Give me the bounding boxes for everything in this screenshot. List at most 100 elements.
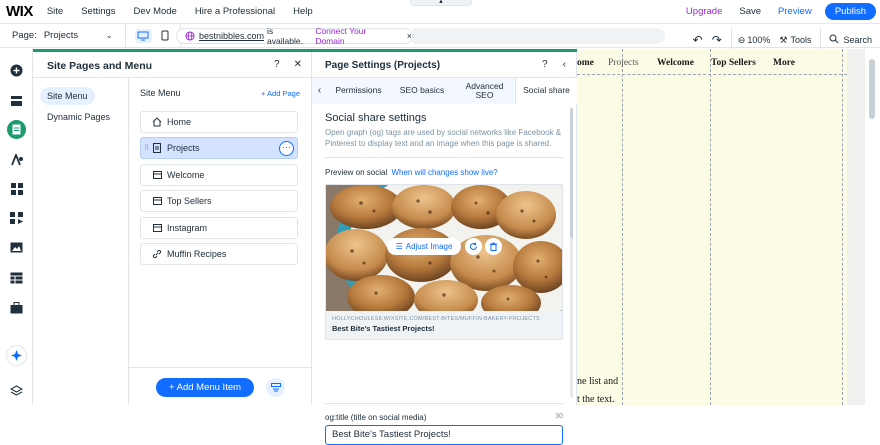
- page-label: Welcome: [167, 170, 205, 180]
- page-row-top-sellers[interactable]: Top Sellers: [140, 190, 298, 212]
- page-row-projects[interactable]: ⠿ Projects ⋯: [140, 137, 298, 159]
- menu-site[interactable]: Site: [47, 6, 63, 17]
- redo-icon[interactable]: ↷: [712, 33, 722, 47]
- tab-seo-basics[interactable]: SEO basics: [390, 77, 454, 104]
- site-menu-list: Site Menu + Add Page Home ⠿ Projects ⋯ W…: [129, 78, 312, 405]
- media-icon[interactable]: [9, 240, 24, 255]
- back-icon[interactable]: ‹: [563, 59, 566, 70]
- upgrade-link[interactable]: Upgrade: [686, 6, 722, 17]
- page-label: Top Sellers: [167, 196, 212, 206]
- help-icon[interactable]: ?: [542, 59, 548, 70]
- page-icon: [151, 143, 163, 153]
- help-icon[interactable]: ?: [274, 59, 280, 70]
- adjust-image-button[interactable]: ☰ Adjust Image: [387, 238, 461, 255]
- zoom-icon[interactable]: ⊖: [738, 35, 746, 46]
- menu-settings[interactable]: Settings: [81, 6, 115, 17]
- design-icon[interactable]: [9, 152, 24, 167]
- tabs-scroll-left-icon[interactable]: ‹: [312, 77, 327, 104]
- apps-icon[interactable]: [9, 181, 24, 196]
- tools-icon[interactable]: ⚒: [779, 35, 787, 46]
- settings-tabs: ‹ Permissions SEO basics Advanced SEO So…: [312, 77, 577, 104]
- menu-help[interactable]: Help: [293, 6, 313, 17]
- canvas-scrollbar[interactable]: [865, 49, 880, 405]
- divider: [325, 157, 563, 158]
- save-button[interactable]: Save: [739, 6, 761, 17]
- replace-image-icon[interactable]: [465, 238, 482, 255]
- site-nav-item[interactable]: ome: [577, 58, 594, 68]
- link-icon: [151, 249, 163, 259]
- site-pages-panel: Site Pages and Menu ? ✕ Site Menu Dynami…: [33, 52, 312, 405]
- add-menu-item-button[interactable]: + Add Menu Item: [156, 378, 254, 397]
- section-guide: [842, 49, 843, 405]
- header-guide: [577, 74, 847, 75]
- site-nav-item[interactable]: Projects: [608, 58, 639, 68]
- site-nav-item[interactable]: More: [773, 58, 795, 68]
- collapse-handle[interactable]: ▲: [410, 0, 472, 6]
- tab-permissions[interactable]: Permissions: [327, 77, 390, 104]
- add-page-button[interactable]: + Add Page: [261, 89, 300, 98]
- tab-social-share[interactable]: Social share: [515, 77, 577, 104]
- top-bar: WIX Site Settings Dev Mode Hire a Profes…: [0, 0, 880, 24]
- delete-image-icon[interactable]: [485, 238, 502, 255]
- site-preview[interactable]: ome Projects Welcome Top Sellers More ne…: [577, 49, 847, 405]
- when-live-link[interactable]: When will changes show live?: [391, 168, 497, 177]
- sections-icon[interactable]: [9, 93, 24, 108]
- scrollbar-thumb[interactable]: [869, 59, 875, 119]
- wix-logo[interactable]: WIX: [6, 3, 33, 20]
- cms-icon[interactable]: [9, 270, 24, 285]
- drag-handle-icon[interactable]: ⠿: [144, 144, 149, 152]
- site-body-text[interactable]: t the text.: [577, 394, 615, 405]
- page-label: Projects: [167, 143, 200, 153]
- site-body-text[interactable]: ne list and: [577, 376, 618, 387]
- more-actions-icon[interactable]: ⋯: [279, 141, 294, 156]
- page-label: Home: [167, 117, 192, 127]
- chevron-down-icon[interactable]: ⌄: [106, 31, 113, 40]
- page-row-home[interactable]: Home: [140, 111, 298, 133]
- page-row-muffin-recipes[interactable]: Muffin Recipes: [140, 243, 298, 265]
- search-button[interactable]: Search: [843, 35, 872, 45]
- portfolio-icon[interactable]: [9, 300, 24, 315]
- desktop-view-icon[interactable]: [134, 28, 152, 43]
- page-select[interactable]: Projects: [44, 30, 106, 41]
- add-elements-icon[interactable]: [9, 63, 24, 78]
- page-settings-panel: Page Settings (Projects) ? ‹ ‹ Permissio…: [312, 52, 577, 445]
- url-bar-fill: [413, 28, 665, 44]
- pages-icon[interactable]: [7, 120, 26, 139]
- page-row-instagram[interactable]: Instagram: [140, 217, 298, 239]
- panel-scrollbar[interactable]: [570, 108, 573, 398]
- menu-settings-icon[interactable]: [266, 378, 285, 397]
- publish-button[interactable]: Publish: [824, 3, 876, 20]
- business-icon[interactable]: [9, 210, 24, 225]
- panel-header: Page Settings (Projects) ? ‹: [312, 52, 577, 78]
- editor-canvas[interactable]: ome Projects Welcome Top Sellers More ne…: [577, 49, 880, 405]
- og-title-input[interactable]: Best Bite's Tastiest Projects!: [325, 425, 563, 445]
- nav-site-menu[interactable]: Site Menu: [40, 87, 95, 105]
- domain-bar: bestnibbles.com is available. Connect Yo…: [176, 26, 413, 46]
- close-icon[interactable]: ×: [407, 31, 412, 41]
- section-icon: [151, 197, 163, 205]
- tab-advanced-seo[interactable]: Advanced SEO: [454, 77, 515, 104]
- zoom-level[interactable]: 100%: [747, 35, 770, 45]
- site-nav-item[interactable]: Welcome: [657, 58, 694, 68]
- undo-icon[interactable]: ↶: [693, 33, 703, 47]
- connect-domain-link[interactable]: Connect Your Domain: [315, 26, 397, 46]
- muffin-image[interactable]: ☰ Adjust Image: [326, 185, 562, 311]
- layers-icon[interactable]: [9, 383, 24, 398]
- menu-hire-professional[interactable]: Hire a Professional: [195, 6, 275, 17]
- mobile-view-icon[interactable]: [157, 29, 174, 43]
- close-icon[interactable]: ✕: [294, 59, 302, 70]
- panel-footer: + Add Menu Item: [129, 367, 312, 405]
- preview-button[interactable]: Preview: [778, 6, 812, 17]
- page-row-welcome[interactable]: Welcome: [140, 164, 298, 186]
- search-icon[interactable]: [829, 34, 839, 46]
- tools-button[interactable]: Tools: [790, 35, 811, 45]
- social-share-settings: Social share settings Open graph (og) ta…: [312, 105, 570, 445]
- panel-title: Page Settings (Projects): [325, 60, 441, 71]
- ai-assistant-icon[interactable]: [6, 345, 27, 366]
- nav-dynamic-pages[interactable]: Dynamic Pages: [40, 108, 117, 126]
- scrollbar-thumb[interactable]: [570, 108, 573, 238]
- adjust-image-label: Adjust Image: [405, 242, 453, 251]
- preview-card-title: Best Bite's Tastiest Projects!: [332, 324, 435, 333]
- menu-dev-mode[interactable]: Dev Mode: [134, 6, 177, 17]
- site-nav-item[interactable]: Top Sellers: [711, 58, 756, 68]
